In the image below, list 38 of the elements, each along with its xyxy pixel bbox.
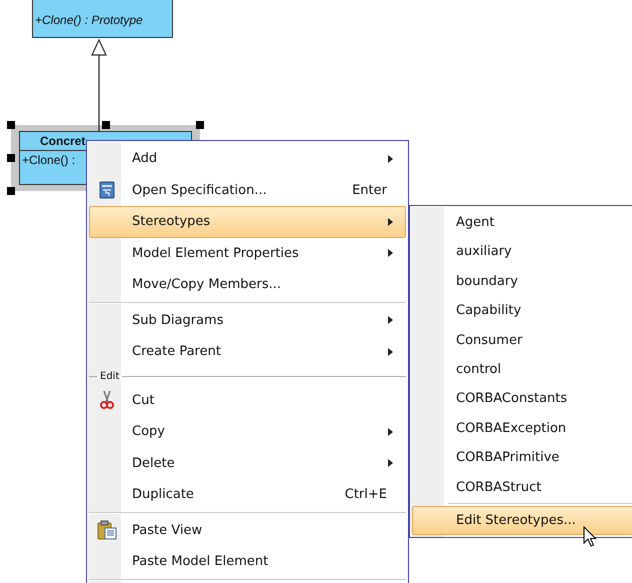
menu-item[interactable]: Stereotypes <box>89 206 406 238</box>
menu-item[interactable]: Cut <box>89 384 406 416</box>
menu-item[interactable]: Paste View <box>89 514 406 546</box>
submenu-arrow-icon <box>388 154 393 163</box>
menu-item[interactable]: Edit Stereotypes... <box>412 506 632 536</box>
menu-item[interactable]: Agent <box>412 208 632 238</box>
shortcut-label: Ctrl+E <box>344 487 387 502</box>
menu-item[interactable]: boundary <box>412 266 632 296</box>
scissors-icon <box>100 390 114 410</box>
class-operation: +Clone() : <box>21 152 76 169</box>
submenu-arrow-icon <box>388 218 393 226</box>
submenu-arrow-icon <box>388 428 393 436</box>
menu-item[interactable]: CORBAStruct <box>412 472 632 502</box>
menu-item[interactable]: Paste Model Element <box>89 546 406 578</box>
menu-item[interactable]: Delete <box>89 448 406 479</box>
group-label: Edit <box>99 370 120 382</box>
submenu-arrow-icon <box>388 249 393 258</box>
document-icon <box>99 181 115 200</box>
menu-item[interactable]: control <box>412 354 632 384</box>
submenu-arrow-icon <box>388 316 393 324</box>
menu-item[interactable]: Create Parent <box>89 336 406 368</box>
submenu-arrow-icon <box>388 459 393 468</box>
class-operation: +Clone() : Prototype <box>34 12 144 29</box>
menu-item[interactable]: Duplicate Ctrl+E <box>89 479 406 510</box>
menu-item[interactable]: Sub Diagrams <box>89 304 406 336</box>
menu-item[interactable]: CORBAPrimitive <box>412 443 632 473</box>
menu-item[interactable]: CORBAException <box>412 414 632 444</box>
menu-item[interactable]: Model Element Properties <box>89 238 406 269</box>
menu-item[interactable]: Move/Copy Members... <box>89 269 406 300</box>
clipboard-icon <box>97 520 117 540</box>
menu-item[interactable]: CORBAConstants <box>412 384 632 414</box>
menu-item[interactable]: Consumer <box>412 326 632 355</box>
menu-item[interactable]: auxiliary <box>412 237 632 267</box>
shortcut-label: Enter <box>352 182 387 198</box>
submenu-arrow-icon <box>388 348 393 356</box>
menu-item[interactable]: Open Specification... Enter <box>89 174 406 206</box>
menu-item[interactable]: Copy <box>89 416 406 448</box>
menu-item[interactable]: Capability <box>412 296 632 326</box>
